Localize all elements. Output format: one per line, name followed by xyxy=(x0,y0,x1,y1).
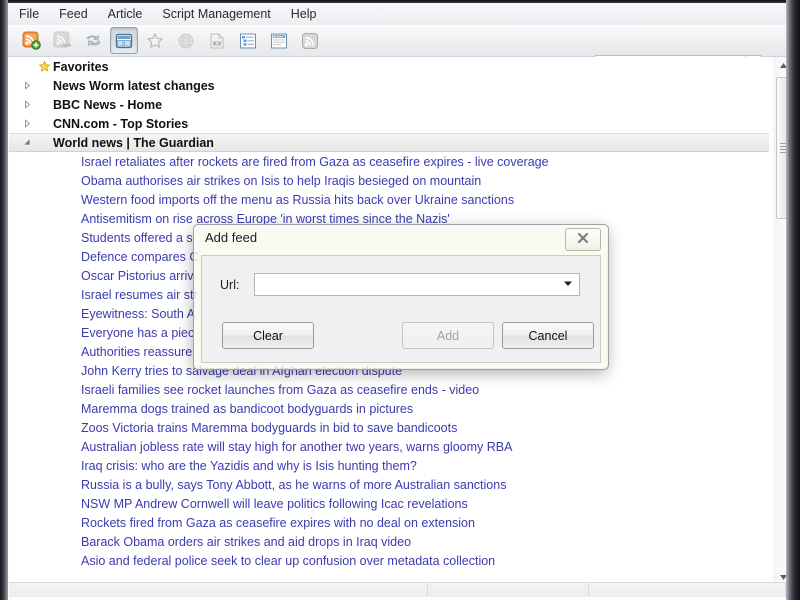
article-link[interactable]: Rockets fired from Gaza as ceasefire exp… xyxy=(81,516,475,530)
layout-window-icon xyxy=(115,32,133,50)
status-bar xyxy=(9,582,786,597)
list-item[interactable]: Israeli families see rocket launches fro… xyxy=(9,380,769,399)
article-link[interactable]: Australian jobless rate will stay high f… xyxy=(81,440,512,454)
toolbar-favorite-button[interactable] xyxy=(141,27,169,54)
globe-icon xyxy=(177,32,195,50)
dialog-body: Url: Clear Add Cancel xyxy=(201,255,601,363)
article-link[interactable]: Students offered a s xyxy=(81,231,193,245)
article-link[interactable]: Western food imports off the menu as Rus… xyxy=(81,193,514,207)
list-item[interactable]: Western food imports off the menu as Rus… xyxy=(9,190,769,209)
article-link[interactable]: Russia is a bully, says Tony Abbott, as … xyxy=(81,478,506,492)
list-item[interactable]: NSW MP Andrew Cornwell will leave politi… xyxy=(9,494,769,513)
tree-item-label: World news | The Guardian xyxy=(53,136,214,150)
menu-feed[interactable]: Feed xyxy=(50,5,97,23)
article-link[interactable]: Israel retaliates after rockets are fire… xyxy=(81,155,549,169)
toolbar-rss-feed-button[interactable] xyxy=(296,27,324,54)
window-border-right xyxy=(786,0,800,600)
star-icon xyxy=(35,60,53,73)
article-link[interactable]: Oscar Pistorius arriv xyxy=(81,269,194,283)
dialog-title-bar[interactable]: Add feed xyxy=(194,225,608,253)
window-border-left xyxy=(0,0,8,600)
list-item[interactable]: Maremma dogs trained as bandicoot bodygu… xyxy=(9,399,769,418)
toolbar-window-pane-button[interactable] xyxy=(265,27,293,54)
rss-remove-icon xyxy=(53,31,72,50)
tree-item-favorites[interactable]: Favorites xyxy=(9,57,769,76)
article-link[interactable]: Obama authorises air strikes on Isis to … xyxy=(81,174,481,188)
toolbar-open-browser-button[interactable] xyxy=(172,27,200,54)
list-item[interactable]: Asio and federal police seek to clear up… xyxy=(9,551,769,570)
window-pane-icon xyxy=(270,32,288,50)
dialog-close-button[interactable] xyxy=(565,228,601,251)
rss-add-icon xyxy=(22,31,41,50)
chevron-right-icon[interactable] xyxy=(19,81,35,90)
toolbar-save-page-button[interactable] xyxy=(203,27,231,54)
article-link[interactable]: Israeli families see rocket launches fro… xyxy=(81,383,479,397)
chevron-right-icon[interactable] xyxy=(19,100,35,109)
menu-article[interactable]: Article xyxy=(99,5,152,23)
menu-file[interactable]: File xyxy=(10,5,48,23)
save-page-icon xyxy=(208,32,226,50)
tree-item-cnn-com-top-stories[interactable]: CNN.com - Top Stories xyxy=(9,114,769,133)
article-link[interactable]: Israel resumes air str xyxy=(81,288,198,302)
chevron-right-icon[interactable] xyxy=(19,119,35,128)
tree-item-label: BBC News - Home xyxy=(53,98,162,112)
tree-item-bbc-news-home[interactable]: BBC News - Home xyxy=(9,95,769,114)
list-item[interactable]: Australian jobless rate will stay high f… xyxy=(9,437,769,456)
list-item[interactable]: Rockets fired from Gaza as ceasefire exp… xyxy=(9,513,769,532)
list-item[interactable]: Obama authorises air strikes on Isis to … xyxy=(9,171,769,190)
toolbar-layout-window-button[interactable] xyxy=(110,27,138,54)
menu-bar: File Feed Article Script Management Help xyxy=(8,3,786,26)
list-item[interactable]: Iraq crisis: who are the Yazidis and why… xyxy=(9,456,769,475)
add-feed-dialog: Add feed Url: Clear Add Cancel xyxy=(193,224,609,370)
article-link[interactable]: Eyewitness: South A xyxy=(81,307,195,321)
tree-item-world-news-the-guardian[interactable]: World news | The Guardian xyxy=(9,133,769,152)
article-link[interactable]: Zoos Victoria trains Maremma bodyguards … xyxy=(81,421,457,435)
status-cell-3 xyxy=(589,583,786,597)
toolbar-refresh-button[interactable] xyxy=(79,27,107,54)
menu-script-management[interactable]: Script Management xyxy=(153,5,279,23)
article-link[interactable]: Barack Obama orders air strikes and aid … xyxy=(81,535,411,549)
tree-list-icon xyxy=(239,32,257,50)
status-cell-1 xyxy=(9,583,428,597)
menu-help[interactable]: Help xyxy=(282,5,326,23)
article-link[interactable]: NSW MP Andrew Cornwell will leave politi… xyxy=(81,497,468,511)
url-label: Url: xyxy=(220,278,239,292)
toolbar-add-feed-button[interactable] xyxy=(17,27,45,54)
tree-item-label: Favorites xyxy=(53,60,109,74)
list-item[interactable]: Israel retaliates after rockets are fire… xyxy=(9,152,769,171)
article-link[interactable]: Maremma dogs trained as bandicoot bodygu… xyxy=(81,402,413,416)
toolbar-tree-list-button[interactable] xyxy=(234,27,262,54)
tree-item-label: CNN.com - Top Stories xyxy=(53,117,188,131)
toolbar xyxy=(8,25,786,57)
status-cell-2 xyxy=(428,583,588,597)
article-link[interactable]: Everyone has a piec xyxy=(81,326,194,340)
add-button: Add xyxy=(402,322,494,349)
star-favorite-icon xyxy=(146,32,164,50)
list-item[interactable]: Barack Obama orders air strikes and aid … xyxy=(9,532,769,551)
list-item[interactable]: Zoos Victoria trains Maremma bodyguards … xyxy=(9,418,769,437)
toolbar-remove-feed-button[interactable] xyxy=(48,27,76,54)
cancel-button[interactable]: Cancel xyxy=(502,322,594,349)
list-item[interactable]: Russia is a bully, says Tony Abbott, as … xyxy=(9,475,769,494)
application-window: File Feed Article Script Management Help xyxy=(0,0,800,600)
close-x-icon xyxy=(577,231,589,249)
rss-feed-icon xyxy=(301,32,319,50)
tree-item-label: News Worm latest changes xyxy=(53,79,215,93)
tree-item-news-worm-latest-changes[interactable]: News Worm latest changes xyxy=(9,76,769,95)
url-combobox[interactable] xyxy=(254,273,580,296)
refresh-icon xyxy=(84,31,103,50)
article-link[interactable]: Iraq crisis: who are the Yazidis and why… xyxy=(81,459,417,473)
chevron-down-icon[interactable] xyxy=(559,276,577,294)
dialog-title: Add feed xyxy=(205,230,257,245)
article-link[interactable]: Asio and federal police seek to clear up… xyxy=(81,554,495,568)
clear-button[interactable]: Clear xyxy=(222,322,314,349)
url-input[interactable] xyxy=(255,275,557,294)
chevron-down-icon[interactable] xyxy=(19,138,35,147)
article-link[interactable]: Defence compares C xyxy=(81,250,198,264)
article-link[interactable]: Authorities reassure xyxy=(81,345,192,359)
